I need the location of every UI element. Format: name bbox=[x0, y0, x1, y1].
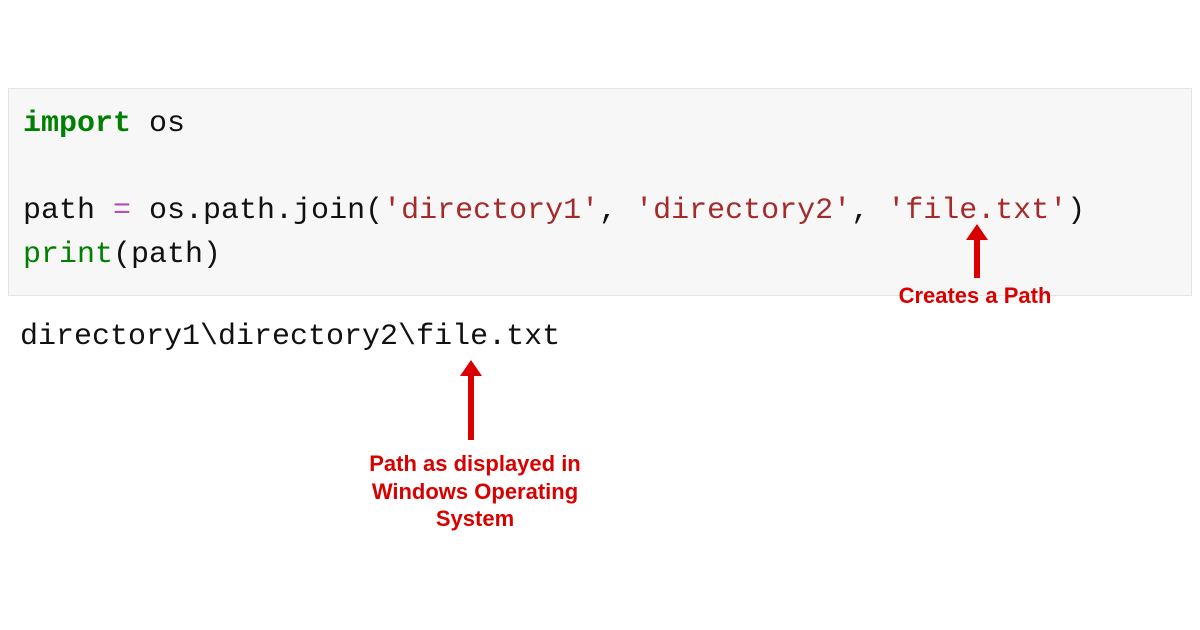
arrow-path-displayed-icon bbox=[468, 370, 474, 440]
print-arg: (path) bbox=[113, 238, 221, 272]
code-cell: import os path = os.path.join('directory… bbox=[8, 88, 1192, 296]
keyword-import: import bbox=[23, 107, 131, 141]
annotation-displayed-text: Path as displayed in Windows Operating S… bbox=[369, 451, 581, 531]
str-dir2: 'directory2' bbox=[635, 194, 851, 228]
output-text: directory1\directory2\file.txt bbox=[20, 320, 560, 354]
arrow-creates-path-icon bbox=[974, 234, 980, 278]
annotation-creates-path: Creates a Path bbox=[800, 282, 1150, 310]
op-equals: = bbox=[113, 194, 131, 228]
code-line-4: print(path) bbox=[23, 234, 1177, 278]
module-os: os bbox=[131, 107, 185, 141]
str-file: 'file.txt' bbox=[887, 194, 1067, 228]
var-path: path bbox=[23, 194, 113, 228]
str-dir1: 'directory1' bbox=[383, 194, 599, 228]
call-join: os.path.join( bbox=[131, 194, 383, 228]
fn-print: print bbox=[23, 238, 113, 272]
paren-close: ) bbox=[1067, 194, 1085, 228]
comma-2: , bbox=[851, 194, 887, 228]
comma-1: , bbox=[599, 194, 635, 228]
code-line-3: path = os.path.join('directory1', 'direc… bbox=[23, 190, 1177, 234]
code-line-blank bbox=[23, 147, 1177, 191]
annotation-path-displayed: Path as displayed in Windows Operating S… bbox=[360, 450, 590, 533]
code-line-1: import os bbox=[23, 103, 1177, 147]
